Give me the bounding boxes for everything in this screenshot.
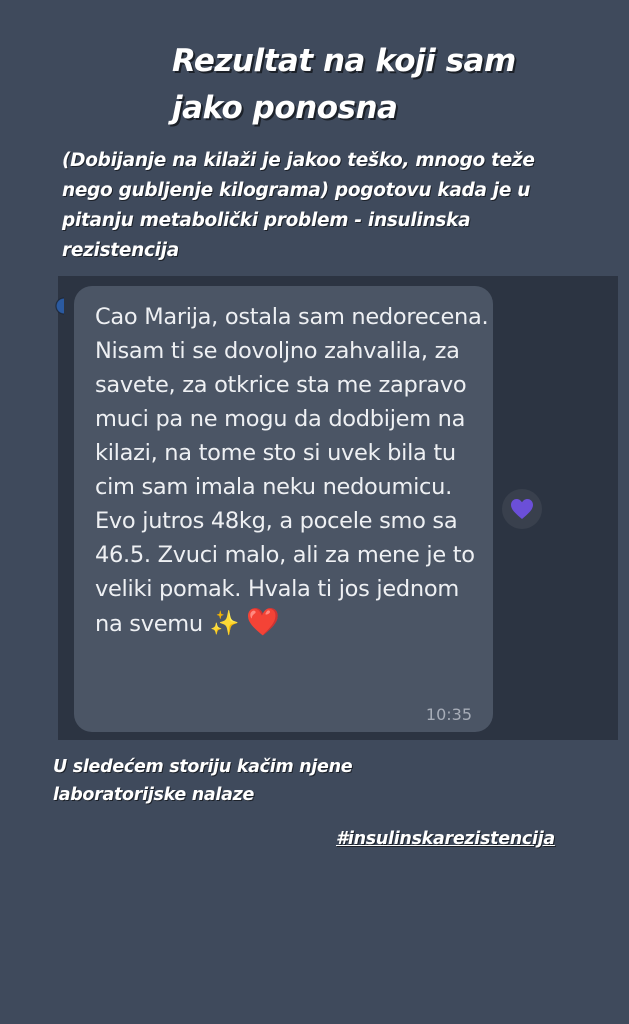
red-heart-icon: ❤️ (246, 607, 280, 638)
avatar-icon (48, 290, 64, 322)
message-text: Cao Marija, ostala sam nedorecena. Nisam… (95, 304, 496, 637)
message-text-block: Cao Marija, ostala sam nedorecena. Nisam… (95, 300, 490, 641)
story-subtitle: (Dobijanje na kilaži je jakoo teško, mno… (62, 150, 535, 261)
hashtag-link[interactable]: #insulinskarezistencija (336, 829, 555, 849)
sparkles-icon: ✨ (209, 609, 240, 637)
purple-heart-icon (511, 499, 533, 519)
message-timestamp: 10:35 (425, 705, 472, 724)
message-bubble[interactable]: Cao Marija, ostala sam nedorecena. Nisam… (74, 286, 493, 732)
story-title: Rezultat na koji sam jako ponosna (172, 43, 516, 126)
story-caption: U sledećem storiju kačim njene laborator… (53, 757, 353, 805)
reaction-badge[interactable] (502, 489, 542, 529)
